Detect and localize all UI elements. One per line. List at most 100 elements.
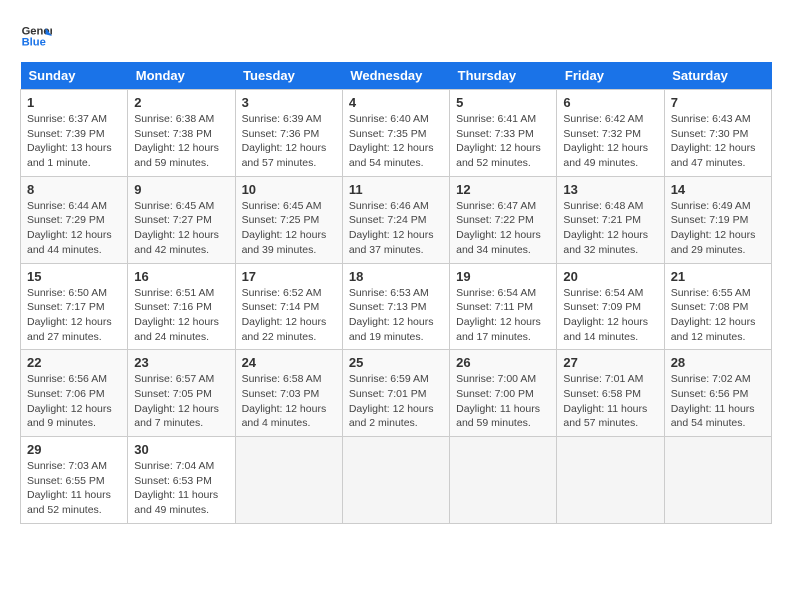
day-number: 19 [456, 269, 550, 284]
day-number: 30 [134, 442, 228, 457]
calendar-cell: 1 Sunrise: 6:37 AMSunset: 7:39 PMDaylight… [21, 90, 128, 177]
day-number: 14 [671, 182, 765, 197]
calendar-body: 1 Sunrise: 6:37 AMSunset: 7:39 PMDaylight… [21, 90, 772, 524]
day-number: 7 [671, 95, 765, 110]
day-number: 10 [242, 182, 336, 197]
calendar-cell: 8 Sunrise: 6:44 AMSunset: 7:29 PMDaylight… [21, 176, 128, 263]
day-info: Sunrise: 6:55 AMSunset: 7:08 PMDaylight:… [671, 286, 765, 345]
calendar-cell [557, 437, 664, 524]
day-info: Sunrise: 6:56 AMSunset: 7:06 PMDaylight:… [27, 372, 121, 431]
calendar-cell [664, 437, 771, 524]
calendar-cell: 13 Sunrise: 6:48 AMSunset: 7:21 PMDayligh… [557, 176, 664, 263]
day-number: 17 [242, 269, 336, 284]
day-info: Sunrise: 6:50 AMSunset: 7:17 PMDaylight:… [27, 286, 121, 345]
calendar-cell: 7Sunrise: 6:43 AMSunset: 7:30 PMDaylight… [664, 90, 771, 177]
calendar-cell: 16 Sunrise: 6:51 AMSunset: 7:16 PMDayligh… [128, 263, 235, 350]
day-number: 23 [134, 355, 228, 370]
calendar-cell: 17 Sunrise: 6:52 AMSunset: 7:14 PMDayligh… [235, 263, 342, 350]
calendar-cell: 26Sunrise: 7:00 AMSunset: 7:00 PMDayligh… [450, 350, 557, 437]
header: General Blue [20, 20, 772, 52]
calendar-cell: 21 Sunrise: 6:55 AMSunset: 7:08 PMDayligh… [664, 263, 771, 350]
day-number: 28 [671, 355, 765, 370]
day-info: Sunrise: 6:46 AMSunset: 7:24 PMDaylight:… [349, 199, 443, 258]
day-header-sunday: Sunday [21, 62, 128, 90]
calendar-cell: 9 Sunrise: 6:45 AMSunset: 7:27 PMDaylight… [128, 176, 235, 263]
calendar-cell [235, 437, 342, 524]
calendar-cell: 20 Sunrise: 6:54 AMSunset: 7:09 PMDayligh… [557, 263, 664, 350]
day-number: 3 [242, 95, 336, 110]
day-info: Sunrise: 6:44 AMSunset: 7:29 PMDaylight:… [27, 199, 121, 258]
week-row-5: 29Sunrise: 7:03 AMSunset: 6:55 PMDayligh… [21, 437, 772, 524]
day-info: Sunrise: 6:48 AMSunset: 7:21 PMDaylight:… [563, 199, 657, 258]
day-number: 21 [671, 269, 765, 284]
day-info: Sunrise: 6:57 AMSunset: 7:05 PMDaylight:… [134, 372, 228, 431]
day-info: Sunrise: 7:03 AMSunset: 6:55 PMDaylight:… [27, 459, 121, 518]
day-info: Sunrise: 6:45 AMSunset: 7:25 PMDaylight:… [242, 199, 336, 258]
day-header-friday: Friday [557, 62, 664, 90]
day-info: Sunrise: 6:59 AMSunset: 7:01 PMDaylight:… [349, 372, 443, 431]
day-number: 4 [349, 95, 443, 110]
day-number: 8 [27, 182, 121, 197]
day-header-thursday: Thursday [450, 62, 557, 90]
week-row-3: 15 Sunrise: 6:50 AMSunset: 7:17 PMDayligh… [21, 263, 772, 350]
calendar-cell: 15 Sunrise: 6:50 AMSunset: 7:17 PMDayligh… [21, 263, 128, 350]
day-header-monday: Monday [128, 62, 235, 90]
day-info: Sunrise: 6:42 AMSunset: 7:32 PMDaylight:… [563, 112, 657, 171]
calendar-cell: 2 Sunrise: 6:38 AMSunset: 7:38 PMDaylight… [128, 90, 235, 177]
day-info: Sunrise: 6:51 AMSunset: 7:16 PMDaylight:… [134, 286, 228, 345]
calendar-cell: 22 Sunrise: 6:56 AMSunset: 7:06 PMDayligh… [21, 350, 128, 437]
day-info: Sunrise: 7:01 AMSunset: 6:58 PMDaylight:… [563, 372, 657, 431]
calendar-cell: 3 Sunrise: 6:39 AMSunset: 7:36 PMDaylight… [235, 90, 342, 177]
svg-text:Blue: Blue [22, 37, 46, 49]
day-info: Sunrise: 6:39 AMSunset: 7:36 PMDaylight:… [242, 112, 336, 171]
day-header-wednesday: Wednesday [342, 62, 449, 90]
day-header-tuesday: Tuesday [235, 62, 342, 90]
calendar-cell: 18Sunrise: 6:53 AMSunset: 7:13 PMDayligh… [342, 263, 449, 350]
day-header-saturday: Saturday [664, 62, 771, 90]
day-number: 13 [563, 182, 657, 197]
calendar-cell: 5 Sunrise: 6:41 AMSunset: 7:33 PMDaylight… [450, 90, 557, 177]
calendar-cell: 12Sunrise: 6:47 AMSunset: 7:22 PMDayligh… [450, 176, 557, 263]
day-number: 9 [134, 182, 228, 197]
day-number: 24 [242, 355, 336, 370]
calendar-cell [342, 437, 449, 524]
day-number: 1 [27, 95, 121, 110]
day-number: 6 [563, 95, 657, 110]
day-info: Sunrise: 6:58 AMSunset: 7:03 PMDaylight:… [242, 372, 336, 431]
day-number: 26 [456, 355, 550, 370]
day-info: Sunrise: 6:40 AMSunset: 7:35 PMDaylight:… [349, 112, 443, 171]
calendar-header-row: SundayMondayTuesdayWednesdayThursdayFrid… [21, 62, 772, 90]
calendar-cell: 4 Sunrise: 6:40 AMSunset: 7:35 PMDaylight… [342, 90, 449, 177]
day-number: 18 [349, 269, 443, 284]
day-info: Sunrise: 6:37 AMSunset: 7:39 PMDaylight:… [27, 112, 121, 171]
day-info: Sunrise: 6:52 AMSunset: 7:14 PMDaylight:… [242, 286, 336, 345]
week-row-4: 22 Sunrise: 6:56 AMSunset: 7:06 PMDayligh… [21, 350, 772, 437]
calendar-cell [450, 437, 557, 524]
day-number: 16 [134, 269, 228, 284]
day-info: Sunrise: 6:49 AMSunset: 7:19 PMDaylight:… [671, 199, 765, 258]
calendar-cell: 29Sunrise: 7:03 AMSunset: 6:55 PMDayligh… [21, 437, 128, 524]
calendar-cell: 27 Sunrise: 7:01 AMSunset: 6:58 PMDayligh… [557, 350, 664, 437]
day-number: 15 [27, 269, 121, 284]
day-number: 22 [27, 355, 121, 370]
calendar-cell: 19Sunrise: 6:54 AMSunset: 7:11 PMDayligh… [450, 263, 557, 350]
day-number: 27 [563, 355, 657, 370]
day-info: Sunrise: 6:38 AMSunset: 7:38 PMDaylight:… [134, 112, 228, 171]
day-number: 20 [563, 269, 657, 284]
day-number: 2 [134, 95, 228, 110]
day-info: Sunrise: 7:02 AMSunset: 6:56 PMDaylight:… [671, 372, 765, 431]
calendar-cell: 6 Sunrise: 6:42 AMSunset: 7:32 PMDaylight… [557, 90, 664, 177]
calendar-cell: 11 Sunrise: 6:46 AMSunset: 7:24 PMDayligh… [342, 176, 449, 263]
week-row-2: 8 Sunrise: 6:44 AMSunset: 7:29 PMDaylight… [21, 176, 772, 263]
day-info: Sunrise: 6:41 AMSunset: 7:33 PMDaylight:… [456, 112, 550, 171]
day-info: Sunrise: 7:04 AMSunset: 6:53 PMDaylight:… [134, 459, 228, 518]
calendar-cell: 14 Sunrise: 6:49 AMSunset: 7:19 PMDayligh… [664, 176, 771, 263]
day-number: 11 [349, 182, 443, 197]
day-info: Sunrise: 6:45 AMSunset: 7:27 PMDaylight:… [134, 199, 228, 258]
calendar-cell: 28 Sunrise: 7:02 AMSunset: 6:56 PMDayligh… [664, 350, 771, 437]
day-info: Sunrise: 6:54 AMSunset: 7:09 PMDaylight:… [563, 286, 657, 345]
calendar: SundayMondayTuesdayWednesdayThursdayFrid… [20, 62, 772, 524]
day-number: 25 [349, 355, 443, 370]
day-number: 5 [456, 95, 550, 110]
week-row-1: 1 Sunrise: 6:37 AMSunset: 7:39 PMDaylight… [21, 90, 772, 177]
